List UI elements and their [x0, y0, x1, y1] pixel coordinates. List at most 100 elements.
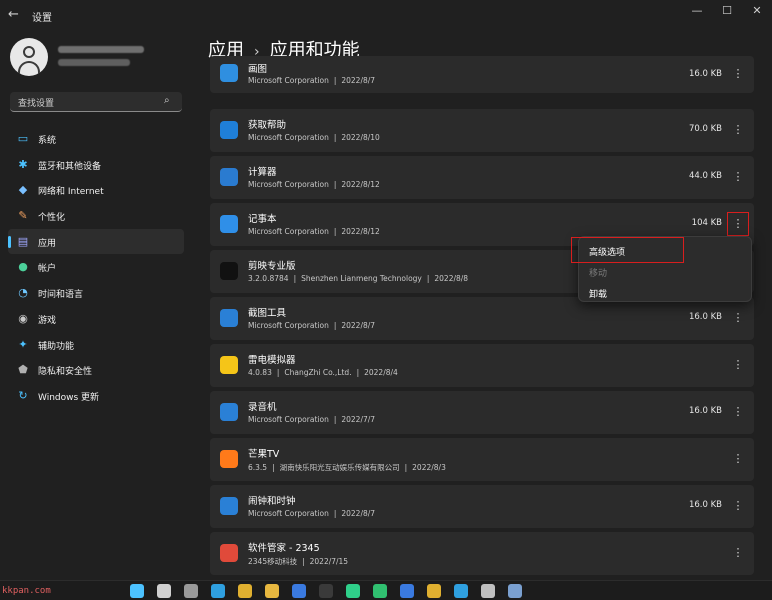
sidebar-item-label: 个性化: [38, 213, 66, 224]
app-meta: Microsoft Corporation | 2022/8/10: [248, 133, 380, 142]
account-icon: ●: [18, 260, 28, 274]
notepad-icon: [220, 215, 238, 233]
minimize-button[interactable]: —: [686, 4, 708, 18]
wifi-icon: ◆: [18, 183, 28, 197]
app-row[interactable]: 闹钟和时钟 Microsoft Corporation | 2022/8/7 16.0 …: [210, 485, 754, 528]
meta-separator: |: [333, 227, 337, 236]
ldplayer-icon: [220, 356, 238, 374]
search-icon[interactable]: [157, 584, 171, 598]
meta-separator: |: [276, 368, 280, 377]
webstorm-icon[interactable]: [346, 584, 360, 598]
mangotv-icon: [220, 450, 238, 468]
app-meta: Microsoft Corporation | 2022/8/7: [248, 321, 375, 330]
sidebar-item-wifi[interactable]: ◆ 网络和 Internet: [8, 177, 184, 203]
bluetooth-icon: ✱: [18, 157, 28, 171]
sidebar-item-system[interactable]: ▭ 系统: [8, 126, 184, 152]
publisher: Microsoft Corporation: [248, 227, 329, 236]
edge-icon[interactable]: [454, 584, 468, 598]
install-date: 2022/8/7: [341, 509, 376, 518]
sidebar-item-gamepad[interactable]: ◉ 游戏: [8, 306, 184, 332]
install-date: 2022/7/15: [309, 557, 349, 566]
app-name: 画图: [248, 64, 268, 75]
sidebar-item-bluetooth[interactable]: ✱ 蓝牙和其他设备: [8, 152, 184, 178]
sidebar-item-update[interactable]: ↻ Windows 更新: [8, 383, 184, 409]
app-row[interactable]: 获取帮助 Microsoft Corporation | 2022/8/10 70.0 …: [210, 109, 754, 152]
more-options-icon[interactable]: ⋮: [727, 212, 749, 236]
more-options-icon[interactable]: ⋮: [728, 448, 748, 470]
pycharm-icon[interactable]: [373, 584, 387, 598]
app-row[interactable]: 录音机 Microsoft Corporation | 2022/7/7 16.0 KB…: [210, 391, 754, 434]
more-options-icon[interactable]: ⋮: [728, 307, 748, 329]
app-size: 16.0 KB: [688, 500, 722, 510]
app-version: 6.3.5: [248, 463, 268, 472]
chrome-icon[interactable]: [427, 584, 441, 598]
app-row[interactable]: 雷电模拟器 4.0.83 | ChangZhi Co.,Ltd. | 2022/8/4 ⋮: [210, 344, 754, 387]
sidebar-item-label: 隐私和安全性: [38, 367, 93, 378]
install-date: 2022/8/3: [412, 463, 446, 472]
more-options-icon[interactable]: ⋮: [728, 401, 748, 423]
sidebar-item-shield[interactable]: ⬟ 隐私和安全性: [8, 357, 184, 383]
sidebar-item-account[interactable]: ● 帐户: [8, 254, 184, 280]
task-view-icon[interactable]: [184, 584, 198, 598]
publisher: 2345移动科技: [248, 557, 298, 566]
meta-separator: |: [333, 180, 337, 189]
taskbar: [0, 580, 772, 600]
app-size: 44.0 KB: [688, 171, 722, 181]
apps-icon: ▤: [17, 234, 29, 248]
app-meta: Microsoft Corporation | 2022/8/12: [248, 227, 380, 236]
app-row[interactable]: 软件管家 - 2345 2345移动科技 | 2022/7/15 ⋮: [210, 532, 754, 575]
capcut-icon: [220, 262, 238, 280]
maximize-button[interactable]: ☐: [716, 4, 738, 18]
more-options-icon[interactable]: ⋮: [728, 495, 748, 517]
feishu-icon[interactable]: [292, 584, 306, 598]
app-meta: 3.2.0.8784 | Shenzhen Lianmeng Technology |…: [248, 274, 468, 283]
more-options-icon[interactable]: ⋮: [728, 542, 748, 564]
terminal-icon[interactable]: [319, 584, 333, 598]
sidebar-item-accessibility[interactable]: ✦ 辅助功能: [8, 332, 184, 358]
meta-separator: |: [404, 463, 408, 472]
app-name: 记事本: [248, 214, 277, 225]
blurred-username: [58, 46, 144, 53]
windows-start-icon[interactable]: [130, 584, 144, 598]
menu-item-advanced-options[interactable]: 高级选项: [589, 245, 625, 258]
publisher: Shenzhen Lianmeng Technology: [301, 274, 422, 283]
app-size: 16.0 KB: [688, 406, 722, 416]
snipping-icon: [220, 309, 238, 327]
app-name: 计算器: [248, 167, 277, 178]
sidebar-item-globe[interactable]: ◔ 时间和语言: [8, 280, 184, 306]
settings-icon[interactable]: [508, 584, 522, 598]
app-size: 16.0 KB: [688, 69, 722, 79]
app-row[interactable]: 芒果TV 6.3.5 | 湖南快乐阳光互动娱乐传媒有限公司 | 2022/8/3 ⋮: [210, 438, 754, 481]
more-options-icon[interactable]: ⋮: [728, 166, 748, 188]
install-date: 2022/8/7: [341, 321, 376, 330]
search-placeholder: 查找设置: [18, 99, 55, 109]
meta-separator: |: [356, 368, 360, 377]
gear-icon[interactable]: [481, 584, 495, 598]
back-arrow-icon[interactable]: ←: [8, 7, 24, 23]
app-row[interactable]: 截图工具 Microsoft Corporation | 2022/8/7 16.0 K…: [210, 297, 754, 340]
sidebar-item-apps[interactable]: ▤ 应用: [8, 228, 184, 255]
sidebar-item-brush[interactable]: ✎ 个性化: [8, 203, 184, 229]
file-explorer-icon[interactable]: [265, 584, 279, 598]
system-icon: ▭: [17, 132, 29, 145]
avatar: [10, 38, 48, 76]
app-size: 70.0 KB: [688, 124, 722, 134]
search-icon[interactable]: ⌕: [164, 95, 176, 107]
clock-icon: [220, 497, 238, 515]
app-row[interactable]: 计算器 Microsoft Corporation | 2022/8/12 44.0 K…: [210, 156, 754, 199]
chrome-icon[interactable]: [238, 584, 252, 598]
user-profile[interactable]: [10, 38, 190, 78]
meta-separator: |: [333, 321, 337, 330]
watermark-text: kkpan.com: [2, 586, 51, 596]
install-date: 2022/8/12: [341, 227, 380, 236]
more-options-icon[interactable]: ⋮: [728, 354, 748, 376]
close-button[interactable]: ✕: [746, 4, 768, 18]
more-options-icon[interactable]: ⋮: [728, 63, 748, 85]
feishu-icon[interactable]: [400, 584, 414, 598]
edge-icon[interactable]: [211, 584, 225, 598]
more-options-icon[interactable]: ⋮: [728, 119, 748, 141]
install-date: 2022/8/4: [364, 368, 398, 377]
menu-item-uninstall[interactable]: 卸载: [589, 287, 607, 300]
app-row[interactable]: 画图 Microsoft Corporation | 2022/8/7 16.0 KB ⋮: [210, 56, 754, 93]
settings-search-input[interactable]: 查找设置 ⌕: [10, 92, 182, 112]
